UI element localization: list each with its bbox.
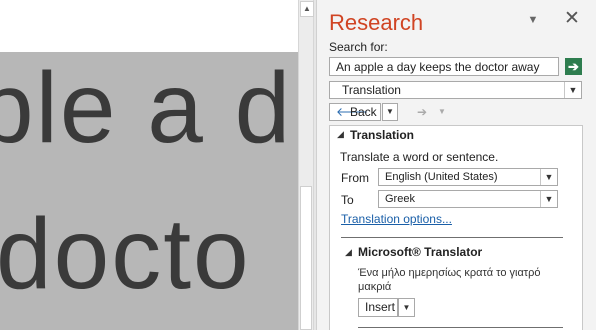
- research-results-panel: ◢ Translation Translate a word or senten…: [329, 125, 583, 330]
- translated-text: Ένα μήλο ημερησίως κρατά το γιατρό μακρι…: [358, 267, 541, 293]
- close-icon[interactable]: ✕: [563, 9, 581, 28]
- translation-options-link[interactable]: Translation options...: [341, 212, 452, 226]
- search-input[interactable]: [329, 57, 559, 76]
- search-label: Search for:: [329, 40, 388, 54]
- collapse-triangle-icon[interactable]: ◢: [337, 129, 344, 140]
- to-language-label: To: [341, 193, 354, 207]
- document-text-line-2[interactable]: docto: [0, 204, 251, 304]
- back-history-chevron-icon[interactable]: ▼: [382, 103, 398, 121]
- translate-description: Translate a word or sentence.: [340, 150, 499, 164]
- section-divider: [358, 327, 563, 328]
- vertical-scrollbar[interactable]: ▲: [298, 0, 314, 330]
- translator-provider-title[interactable]: Microsoft® Translator: [358, 245, 482, 259]
- back-button[interactable]: 🡐 Back: [329, 103, 381, 121]
- insert-chevron-down-icon[interactable]: ▼: [398, 298, 415, 317]
- translation-section-title[interactable]: Translation: [350, 128, 414, 142]
- pane-options-chevron-icon[interactable]: ▼: [525, 14, 541, 28]
- to-language-dropdown[interactable]: Greek ▼: [378, 190, 558, 208]
- collapse-triangle-icon[interactable]: ◢: [345, 247, 352, 258]
- research-service-value: Translation: [342, 83, 401, 97]
- scrollbar-thumb[interactable]: [300, 186, 312, 330]
- selected-text-region[interactable]: ple a d docto: [0, 52, 298, 330]
- forward-history-chevron-icon[interactable]: ▼: [435, 103, 449, 121]
- chevron-down-icon[interactable]: ▼: [540, 191, 557, 207]
- chevron-down-icon[interactable]: ▼: [540, 169, 557, 185]
- research-pane: Research ▼ ✕ Search for: ➔ Translation ▼…: [316, 0, 596, 330]
- insert-button[interactable]: Insert: [358, 298, 398, 317]
- research-service-dropdown[interactable]: Translation ▼: [329, 81, 582, 99]
- document-text-line-1[interactable]: ple a d: [0, 58, 292, 158]
- from-language-value: English (United States): [385, 171, 498, 183]
- forward-arrow-icon[interactable]: ➔: [411, 103, 433, 121]
- from-language-dropdown[interactable]: English (United States) ▼: [378, 168, 558, 186]
- from-language-label: From: [341, 171, 369, 185]
- document-area[interactable]: ple a d docto: [0, 0, 298, 330]
- scroll-up-arrow-icon[interactable]: ▲: [300, 1, 314, 17]
- section-divider: [341, 237, 563, 238]
- search-go-arrow-icon[interactable]: ➔: [565, 58, 582, 75]
- to-language-value: Greek: [385, 193, 415, 205]
- pane-title: Research: [329, 10, 424, 35]
- chevron-down-icon[interactable]: ▼: [564, 82, 581, 98]
- back-button-label: Back: [350, 105, 377, 119]
- document-page-margin: [0, 0, 298, 52]
